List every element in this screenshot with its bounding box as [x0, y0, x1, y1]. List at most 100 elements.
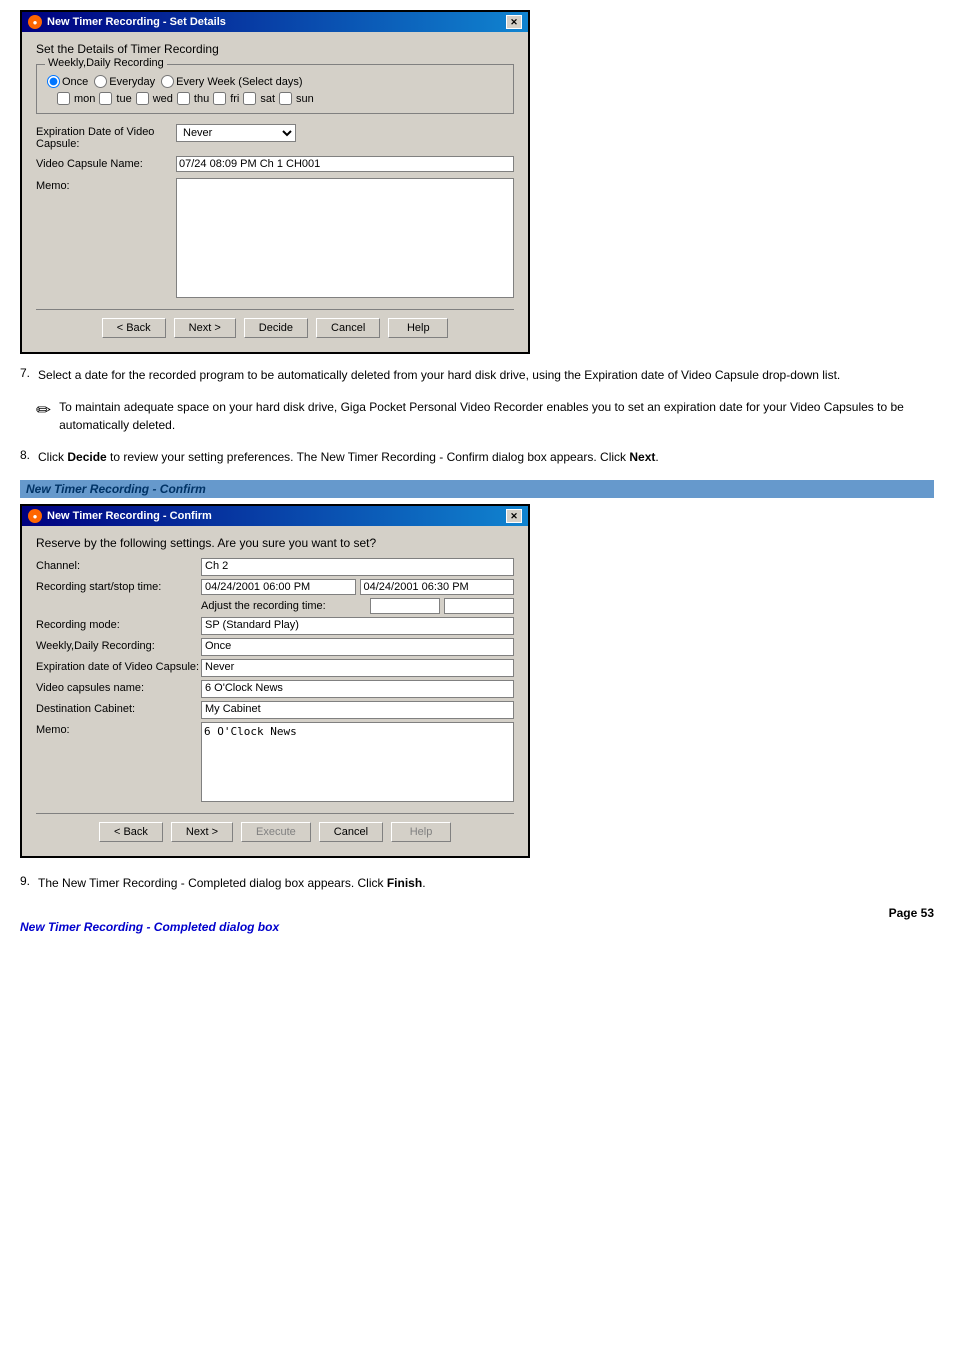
- adjust-row: Adjust the recording time:: [201, 598, 514, 614]
- confirm-titlebar: ● New Timer Recording - Confirm ✕: [22, 506, 528, 526]
- fri-checkbox[interactable]: [213, 92, 226, 105]
- help-button[interactable]: Help: [388, 318, 448, 338]
- confirm-help-button[interactable]: Help: [391, 822, 451, 842]
- thu-label: thu: [194, 93, 209, 105]
- note-text: To maintain adequate space on your hard …: [59, 398, 934, 434]
- expiration-value: Never: [176, 124, 514, 142]
- tue-label: tue: [116, 93, 131, 105]
- execute-button[interactable]: Execute: [241, 822, 311, 842]
- confirm-back-button[interactable]: < Back: [99, 822, 163, 842]
- confirm-memo-textarea[interactable]: 6 O'Clock News: [201, 722, 514, 802]
- cancel-button[interactable]: Cancel: [316, 318, 380, 338]
- fri-label: fri: [230, 93, 239, 105]
- channel-field: Channel: Ch 2: [36, 558, 514, 576]
- sat-checkbox[interactable]: [243, 92, 256, 105]
- memo-row: Memo:: [36, 178, 514, 301]
- page-number: Page 53: [20, 906, 934, 920]
- everyweek-radio-label[interactable]: Every Week (Select days): [161, 75, 302, 88]
- once-label: Once: [62, 76, 88, 88]
- mon-checkbox[interactable]: [57, 92, 70, 105]
- step8-item: 8. Click Decide to review your setting p…: [20, 448, 934, 466]
- capsules-name-value: 6 O'Clock News: [201, 680, 514, 698]
- dialog-icon: ●: [28, 15, 42, 29]
- next-button[interactable]: Next >: [174, 318, 236, 338]
- titlebar-left: ● New Timer Recording - Set Details: [28, 15, 226, 29]
- capsules-name-field: Video capsules name: 6 O'Clock News: [36, 680, 514, 698]
- weekly-daily-group: Weekly,Daily Recording Once Everyday Eve…: [36, 64, 514, 114]
- recording-start: 04/24/2001 06:00 PM: [201, 579, 356, 595]
- channel-label: Channel:: [36, 558, 201, 572]
- capsule-name-label: Video Capsule Name:: [36, 156, 176, 170]
- weekly-daily-value: Once: [201, 638, 514, 656]
- step7-item: 7. Select a date for the recorded progra…: [20, 366, 934, 384]
- step9-text2: .: [422, 876, 425, 890]
- everyweek-label: Every Week (Select days): [176, 76, 302, 88]
- step8-bold2: Next: [629, 450, 655, 464]
- everyweek-radio[interactable]: [161, 75, 174, 88]
- step8-bold1: Decide: [67, 450, 106, 464]
- dialog1-button-row: < Back Next > Decide Cancel Help: [36, 309, 514, 342]
- everyday-radio[interactable]: [94, 75, 107, 88]
- close-button[interactable]: ✕: [506, 15, 522, 29]
- step8-text3: .: [655, 450, 658, 464]
- memo-value: [176, 178, 514, 301]
- expiration-label: Expiration Date of Video Capsule:: [36, 124, 176, 150]
- step7-number: 7.: [20, 366, 30, 384]
- expiration-date-value: Never: [201, 659, 514, 677]
- everyday-radio-label[interactable]: Everyday: [94, 75, 155, 88]
- dialog-title: New Timer Recording - Set Details: [47, 16, 226, 28]
- step8-number: 8.: [20, 448, 30, 466]
- confirm-next-button[interactable]: Next >: [171, 822, 233, 842]
- expiration-select[interactable]: Never: [176, 124, 296, 142]
- recording-time-values: 04/24/2001 06:00 PM 04/24/2001 06:30 PM: [201, 579, 514, 595]
- once-radio[interactable]: [47, 75, 60, 88]
- memo-label: Memo:: [36, 178, 176, 192]
- confirm-button-row: < Back Next > Execute Cancel Help: [36, 813, 514, 846]
- step8-text2: to review your setting preferences. The …: [107, 450, 630, 464]
- decide-button[interactable]: Decide: [244, 318, 308, 338]
- group-title: Weekly,Daily Recording: [45, 57, 167, 69]
- recording-mode-value: SP (Standard Play): [201, 617, 514, 635]
- pencil-icon: ✏: [36, 400, 51, 421]
- back-button[interactable]: < Back: [102, 318, 166, 338]
- recording-stop: 04/24/2001 06:30 PM: [360, 579, 515, 595]
- confirm-close-button[interactable]: ✕: [506, 509, 522, 523]
- step7-text: Select a date for the recorded program t…: [38, 366, 840, 384]
- confirm-cancel-button[interactable]: Cancel: [319, 822, 383, 842]
- memo-textarea[interactable]: [176, 178, 514, 298]
- weekly-daily-field: Weekly,Daily Recording: Once: [36, 638, 514, 656]
- confirm-titlebar-left: ● New Timer Recording - Confirm: [28, 509, 212, 523]
- sun-checkbox[interactable]: [279, 92, 292, 105]
- weekly-daily-label: Weekly,Daily Recording:: [36, 638, 201, 652]
- set-details-dialog: ● New Timer Recording - Set Details ✕ Se…: [20, 10, 530, 354]
- tue-checkbox[interactable]: [99, 92, 112, 105]
- expiration-row: Expiration Date of Video Capsule: Never: [36, 124, 514, 150]
- once-radio-label[interactable]: Once: [47, 75, 88, 88]
- sun-label: sun: [296, 93, 314, 105]
- adjust-label: Adjust the recording time:: [201, 598, 366, 614]
- thu-checkbox[interactable]: [177, 92, 190, 105]
- destination-cabinet-field: Destination Cabinet: My Cabinet: [36, 701, 514, 719]
- adjust-box-1: [370, 598, 440, 614]
- capsule-name-value: [176, 156, 514, 172]
- channel-value: Ch 2: [201, 558, 514, 576]
- days-checkbox-row: mon tue wed thu fri sat sun: [47, 92, 503, 105]
- capsule-name-input[interactable]: [176, 156, 514, 172]
- confirm-dialog-icon: ●: [28, 509, 42, 523]
- confirm-section-heading: New Timer Recording - Confirm: [26, 482, 206, 496]
- wed-checkbox[interactable]: [136, 92, 149, 105]
- sat-label: sat: [260, 93, 275, 105]
- confirm-dialog-body: Reserve by the following settings. Are y…: [22, 526, 528, 856]
- recording-mode-field: Recording mode: SP (Standard Play): [36, 617, 514, 635]
- bottom-heading-text: New Timer Recording - Completed dialog b…: [20, 920, 279, 934]
- step8-text1: Click: [38, 450, 67, 464]
- destination-cabinet-label: Destination Cabinet:: [36, 701, 201, 715]
- confirm-section-bar: New Timer Recording - Confirm: [20, 480, 934, 498]
- step9-bold: Finish: [387, 876, 422, 890]
- confirm-dialog: ● New Timer Recording - Confirm ✕ Reserv…: [20, 504, 530, 858]
- confirm-memo-container: 6 O'Clock News: [201, 722, 514, 805]
- recording-mode-label: Recording mode:: [36, 617, 201, 631]
- wed-label: wed: [153, 93, 173, 105]
- adjust-box-2: [444, 598, 514, 614]
- confirm-memo-field: Memo: 6 O'Clock News: [36, 722, 514, 805]
